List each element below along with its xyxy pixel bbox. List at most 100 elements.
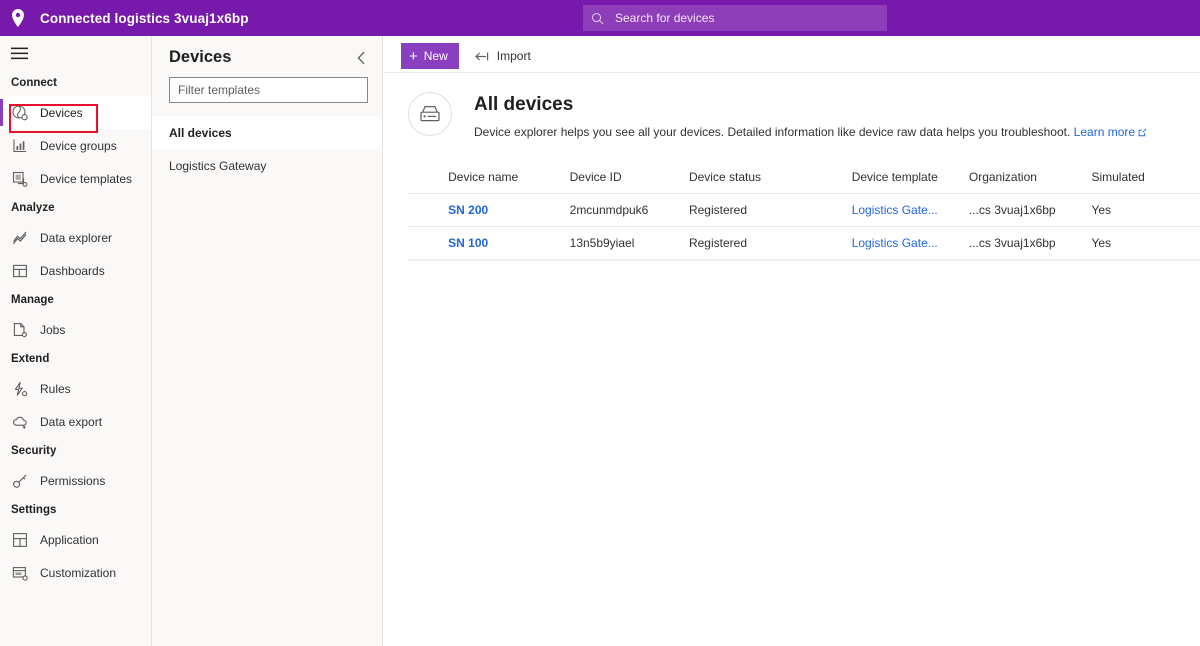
plus-icon: + — [409, 47, 418, 65]
sidebar-item-label: Rules — [40, 381, 71, 396]
sidebar-item-label: Dashboards — [40, 263, 105, 278]
key-icon — [11, 472, 29, 490]
sidebar-item-label: Application — [40, 532, 99, 547]
cell-device-name: SN 200 — [448, 193, 570, 227]
new-button-label: New — [423, 49, 448, 63]
cloud-export-icon — [11, 413, 29, 431]
sidebar-item-label: Data explorer — [40, 230, 113, 245]
main-content: + New Import All devices Device explorer… — [384, 36, 1200, 646]
device-templates-icon — [11, 170, 29, 188]
sidebar-item-label: Devices — [40, 105, 83, 120]
devices-icon — [11, 104, 29, 122]
table-row[interactable]: SN 200 2mcunmdpuk6 Registered Logistics … — [408, 193, 1200, 227]
search-icon — [591, 12, 611, 25]
dashboard-grid-icon — [11, 262, 29, 280]
import-button-label: Import — [496, 49, 531, 63]
device-groups-icon — [11, 137, 29, 155]
rules-lightning-icon — [11, 380, 29, 398]
column-header-simulated[interactable]: Simulated — [1091, 162, 1200, 194]
column-header-organization[interactable]: Organization — [968, 162, 1092, 194]
template-item-all-devices[interactable]: All devices — [152, 116, 382, 149]
learn-more-label: Learn more — [1073, 125, 1136, 139]
devices-table-body: SN 200 2mcunmdpuk6 Registered Logistics … — [408, 193, 1200, 260]
cell-device-name: SN 100 — [448, 226, 570, 260]
sidebar-item-dashboards[interactable]: Dashboards — [0, 254, 151, 287]
page-subtitle-text: Device explorer helps you see all your d… — [474, 125, 1071, 139]
table-bottom-shadow — [408, 259, 1200, 262]
cell-device-template: Logistics Gate... — [851, 226, 969, 260]
sidebar-section-settings: Settings — [11, 504, 57, 516]
sidebar-item-permissions[interactable]: Permissions — [0, 464, 151, 497]
cell-device-template: Logistics Gate... — [851, 193, 969, 227]
cell-device-id: 13n5b9yiael — [569, 226, 689, 260]
sidebar: Connect Devices Device groups Device tem… — [0, 36, 152, 646]
sidebar-item-label: Device groups — [40, 138, 117, 153]
sidebar-item-data-export[interactable]: Data export — [0, 405, 151, 438]
learn-more-link[interactable]: Learn more — [1074, 125, 1147, 139]
chart-line-icon — [11, 229, 29, 247]
page-title: All devices — [474, 94, 574, 115]
device-template-link[interactable]: Logistics Gate... — [852, 203, 938, 217]
app-title: Connected logistics 3vuaj1x6bp — [40, 10, 249, 26]
devices-pane-header: Devices — [152, 36, 382, 73]
cell-device-status: Registered — [688, 226, 852, 260]
row-checkbox[interactable] — [408, 226, 449, 260]
devices-table: Device name Device ID Device status Devi… — [408, 162, 1200, 260]
cell-device-id: 2mcunmdpuk6 — [569, 193, 689, 227]
devices-pane-title: Devices — [169, 48, 232, 66]
command-bar: + New Import — [384, 40, 1200, 72]
device-name-link[interactable]: SN 100 — [448, 236, 488, 250]
template-list: All devices Logistics Gateway — [152, 116, 382, 182]
column-header-device-template[interactable]: Device template — [851, 162, 969, 194]
import-button[interactable]: Import — [474, 43, 531, 69]
template-item-label: All devices — [169, 125, 232, 140]
sidebar-item-label: Permissions — [40, 473, 106, 488]
app-header: Connected logistics 3vuaj1x6bp Search fo… — [0, 0, 1200, 36]
cell-device-status: Registered — [688, 193, 852, 227]
devices-pane: Devices All devices Logistics Gateway — [152, 36, 383, 646]
cell-organization: ...cs 3vuaj1x6bp — [968, 193, 1092, 227]
filter-templates-input[interactable] — [169, 77, 368, 103]
sidebar-section-manage: Manage — [11, 294, 54, 306]
search-input[interactable]: Search for devices — [583, 5, 887, 31]
page-header: All devices Device explorer helps you se… — [384, 73, 1200, 141]
row-checkbox[interactable] — [408, 193, 449, 227]
device-explorer-icon — [408, 92, 452, 136]
sidebar-item-application[interactable]: Application — [0, 523, 151, 556]
cell-simulated: Yes — [1091, 193, 1200, 227]
device-name-link[interactable]: SN 200 — [448, 203, 488, 217]
sidebar-item-label: Customization — [40, 565, 117, 580]
sidebar-item-label: Data export — [40, 414, 103, 429]
sidebar-item-customization[interactable]: Customization — [0, 556, 151, 589]
sidebar-item-jobs[interactable]: Jobs — [0, 313, 151, 346]
column-header-device-id[interactable]: Device ID — [569, 162, 689, 194]
sidebar-item-label: Device templates — [40, 171, 133, 186]
sidebar-section-extend: Extend — [11, 353, 50, 365]
column-header-device-status[interactable]: Device status — [688, 162, 852, 194]
sidebar-section-analyze: Analyze — [11, 202, 55, 214]
customization-icon — [11, 564, 29, 582]
table-header-row: Device name Device ID Device status Devi… — [408, 162, 1200, 194]
sidebar-item-device-templates[interactable]: Device templates — [0, 162, 151, 195]
location-pin-icon — [0, 0, 36, 36]
hamburger-menu-icon[interactable] — [0, 36, 151, 70]
sidebar-item-rules[interactable]: Rules — [0, 372, 151, 405]
import-arrow-icon — [474, 51, 490, 62]
sidebar-item-devices[interactable]: Devices — [0, 96, 151, 129]
jobs-page-icon — [11, 321, 29, 339]
device-template-link[interactable]: Logistics Gate... — [852, 236, 938, 250]
column-header-device-name[interactable]: Device name — [448, 162, 570, 194]
sidebar-item-device-groups[interactable]: Device groups — [0, 129, 151, 162]
template-item-logistics-gateway[interactable]: Logistics Gateway — [152, 149, 382, 182]
table-row[interactable]: SN 100 13n5b9yiael Registered Logistics … — [408, 226, 1200, 260]
sidebar-item-label: Jobs — [40, 322, 66, 337]
select-all-header[interactable] — [408, 162, 449, 194]
page-subtitle: Device explorer helps you see all your d… — [474, 124, 1147, 141]
search-placeholder: Search for devices — [615, 11, 715, 25]
sidebar-section-security: Security — [11, 445, 57, 457]
new-button[interactable]: + New — [401, 43, 459, 69]
external-link-icon — [1138, 125, 1147, 141]
sidebar-item-data-explorer[interactable]: Data explorer — [0, 221, 151, 254]
chevron-left-icon[interactable] — [352, 51, 370, 65]
sidebar-section-connect: Connect — [11, 77, 57, 89]
